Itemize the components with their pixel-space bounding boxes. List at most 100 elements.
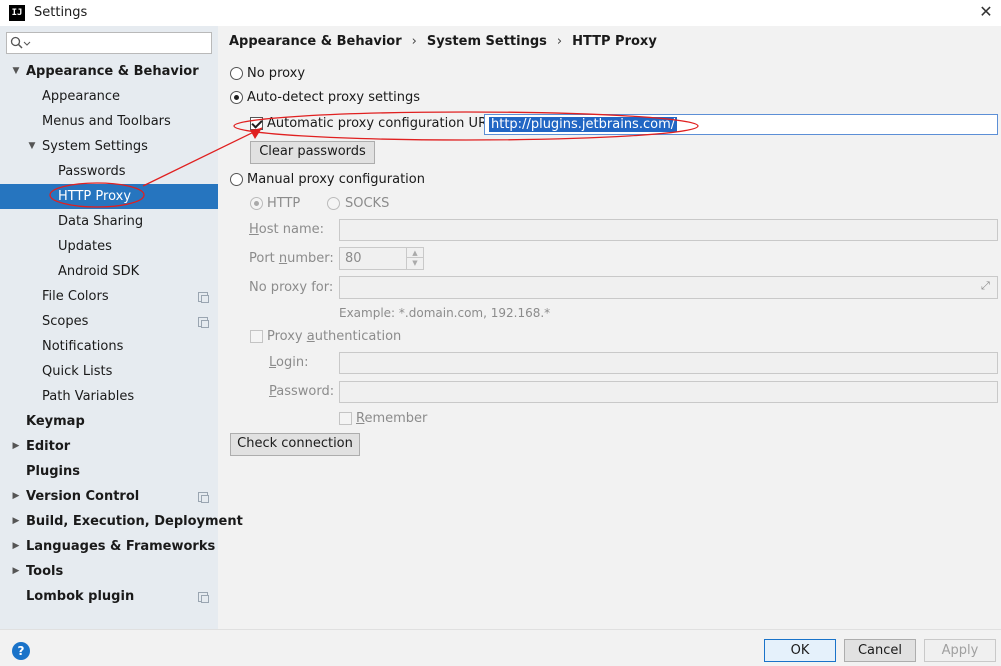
proxy-authentication-checkbox[interactable] xyxy=(250,330,263,343)
login-label: Login: xyxy=(269,355,308,370)
proxy-authentication-label-rest: uthentication xyxy=(314,329,402,344)
sidebar-item-label: File Colors xyxy=(42,289,109,304)
expand-field-icon[interactable]: ⤢ xyxy=(981,280,993,292)
no-proxy-label: No proxy xyxy=(247,66,306,81)
chevron-down-icon[interactable]: ▼ xyxy=(27,134,37,159)
sidebar-item-plugins[interactable]: Plugins xyxy=(0,459,218,484)
proxy-authentication-mnemonic: a xyxy=(306,329,315,344)
sidebar-item-label: Build, Execution, Deployment xyxy=(26,514,243,529)
sidebar-item-menus-and-toolbars[interactable]: Menus and Toolbars xyxy=(0,109,218,134)
sidebar-item-data-sharing[interactable]: Data Sharing xyxy=(0,209,218,234)
chevron-right-icon[interactable]: ▶ xyxy=(11,534,21,559)
sidebar-item-label: Languages & Frameworks xyxy=(26,539,216,554)
sidebar-item-http-proxy[interactable]: HTTP Proxy xyxy=(0,184,218,209)
sidebar-item-label: Data Sharing xyxy=(58,214,144,229)
sidebar-item-label: Appearance xyxy=(42,89,121,104)
sidebar-item-label: System Settings xyxy=(42,139,148,154)
sidebar-item-system-settings[interactable]: ▼ System Settings xyxy=(0,134,218,159)
sidebar-item-tools[interactable]: ▶ Tools xyxy=(0,559,218,584)
chevron-down-icon[interactable]: ▼ xyxy=(11,59,21,84)
breadcrumb-separator: › xyxy=(411,34,417,49)
settings-sidebar: ▼ Appearance & Behavior Appearance Menus an… xyxy=(0,26,243,629)
sidebar-item-label: Appearance & Behavior xyxy=(26,64,199,79)
host-name-label-rest: ost name: xyxy=(258,222,324,237)
window-title: Settings xyxy=(34,5,88,20)
check-connection-button[interactable]: Check connection xyxy=(230,433,360,456)
sidebar-item-lombok-plugin[interactable]: Lombok plugin xyxy=(0,584,218,609)
apply-button[interactable]: Apply xyxy=(924,639,996,662)
sidebar-item-label: Menus and Toolbars xyxy=(42,114,171,129)
http-radio[interactable] xyxy=(250,197,263,210)
project-scope-icon xyxy=(198,492,209,503)
sidebar-item-label: HTTP Proxy xyxy=(58,189,132,204)
spinner-up-icon[interactable]: ▲ xyxy=(407,248,423,258)
no-proxy-for-input[interactable]: ⤢ xyxy=(339,276,998,299)
spinner-down-icon[interactable]: ▼ xyxy=(407,258,423,268)
auto-config-url-value: http://plugins.jetbrains.com/ xyxy=(489,117,678,132)
no-proxy-radio[interactable] xyxy=(230,67,243,80)
help-icon[interactable]: ? xyxy=(12,642,30,660)
project-scope-icon xyxy=(198,592,209,603)
sidebar-item-label: Lombok plugin xyxy=(26,589,135,604)
breadcrumb: Appearance & Behavior › System Settings › HT… xyxy=(229,34,657,49)
sidebar-item-quick-lists[interactable]: Quick Lists xyxy=(0,359,218,384)
sidebar-item-version-control[interactable]: ▶ Version Control xyxy=(0,484,218,509)
sidebar-item-label: Updates xyxy=(58,239,112,254)
sidebar-item-label: Editor xyxy=(26,439,71,454)
port-spinner: ▲ ▼ xyxy=(406,248,423,269)
password-input[interactable] xyxy=(339,381,998,403)
sidebar-item-scopes[interactable]: Scopes xyxy=(0,309,218,334)
sidebar-item-passwords[interactable]: Passwords xyxy=(0,159,218,184)
close-window-icon[interactable]: ✕ xyxy=(975,2,997,24)
proxy-authentication-label: Proxy authentication xyxy=(267,329,401,344)
sidebar-item-label: Quick Lists xyxy=(42,364,113,379)
settings-search-input[interactable] xyxy=(6,32,212,54)
sidebar-item-label: Tools xyxy=(26,564,64,579)
sidebar-item-updates[interactable]: Updates xyxy=(0,234,218,259)
sidebar-item-android-sdk[interactable]: Android SDK xyxy=(0,259,218,284)
sidebar-item-label: Plugins xyxy=(26,464,80,479)
host-name-input[interactable] xyxy=(339,219,998,241)
manual-proxy-radio[interactable] xyxy=(230,173,243,186)
socks-radio[interactable] xyxy=(327,197,340,210)
auto-config-url-label: Automatic proxy configuration URL: xyxy=(267,116,499,131)
port-number-mnemonic: n xyxy=(278,251,288,266)
auto-config-url-checkbox[interactable] xyxy=(250,117,263,130)
chevron-right-icon[interactable]: ▶ xyxy=(11,559,21,584)
sidebar-item-editor[interactable]: ▶ Editor xyxy=(0,434,218,459)
sidebar-item-appearance[interactable]: Appearance xyxy=(0,84,218,109)
no-proxy-example: Example: *.domain.com, 192.168.* xyxy=(339,306,551,320)
http-label: HTTP xyxy=(267,196,301,211)
remember-label-rest: emember xyxy=(364,411,428,426)
ok-button[interactable]: OK xyxy=(764,639,836,662)
port-number-input[interactable]: 80 ▲ ▼ xyxy=(339,247,424,270)
sidebar-item-keymap[interactable]: Keymap xyxy=(0,409,218,434)
sidebar-item-path-variables[interactable]: Path Variables xyxy=(0,384,218,409)
chevron-right-icon[interactable]: ▶ xyxy=(11,509,21,534)
chevron-right-icon[interactable]: ▶ xyxy=(11,434,21,459)
clear-passwords-button[interactable]: Clear passwords xyxy=(250,141,375,164)
password-label-rest: assword: xyxy=(276,384,335,399)
sidebar-item-label: Notifications xyxy=(42,339,124,354)
sidebar-item-file-colors[interactable]: File Colors xyxy=(0,284,218,309)
sidebar-item-appearance-behavior[interactable]: ▼ Appearance & Behavior xyxy=(0,59,218,84)
intellij-app-icon: IJ xyxy=(9,5,25,21)
remember-checkbox[interactable] xyxy=(339,412,352,425)
auto-detect-label: Auto-detect proxy settings xyxy=(247,90,421,105)
sidebar-item-label: Passwords xyxy=(58,164,126,179)
breadcrumb-item: HTTP Proxy xyxy=(572,34,657,49)
sidebar-item-languages-frameworks[interactable]: ▶ Languages & Frameworks xyxy=(0,534,218,559)
socks-label: SOCKS xyxy=(345,196,390,211)
cancel-button[interactable]: Cancel xyxy=(844,639,916,662)
login-input[interactable] xyxy=(339,352,998,374)
auto-config-url-input[interactable]: http://plugins.jetbrains.com/ xyxy=(484,114,998,135)
sidebar-item-label: Keymap xyxy=(26,414,85,429)
port-number-label: Port number: xyxy=(249,251,334,266)
sidebar-item-notifications[interactable]: Notifications xyxy=(0,334,218,359)
auto-detect-radio[interactable] xyxy=(230,91,243,104)
sidebar-item-build-execution-deployment[interactable]: ▶ Build, Execution, Deployment xyxy=(0,509,243,534)
project-scope-icon xyxy=(198,292,209,303)
sidebar-item-label: Version Control xyxy=(26,489,140,504)
search-icon xyxy=(10,36,31,49)
chevron-right-icon[interactable]: ▶ xyxy=(11,484,21,509)
